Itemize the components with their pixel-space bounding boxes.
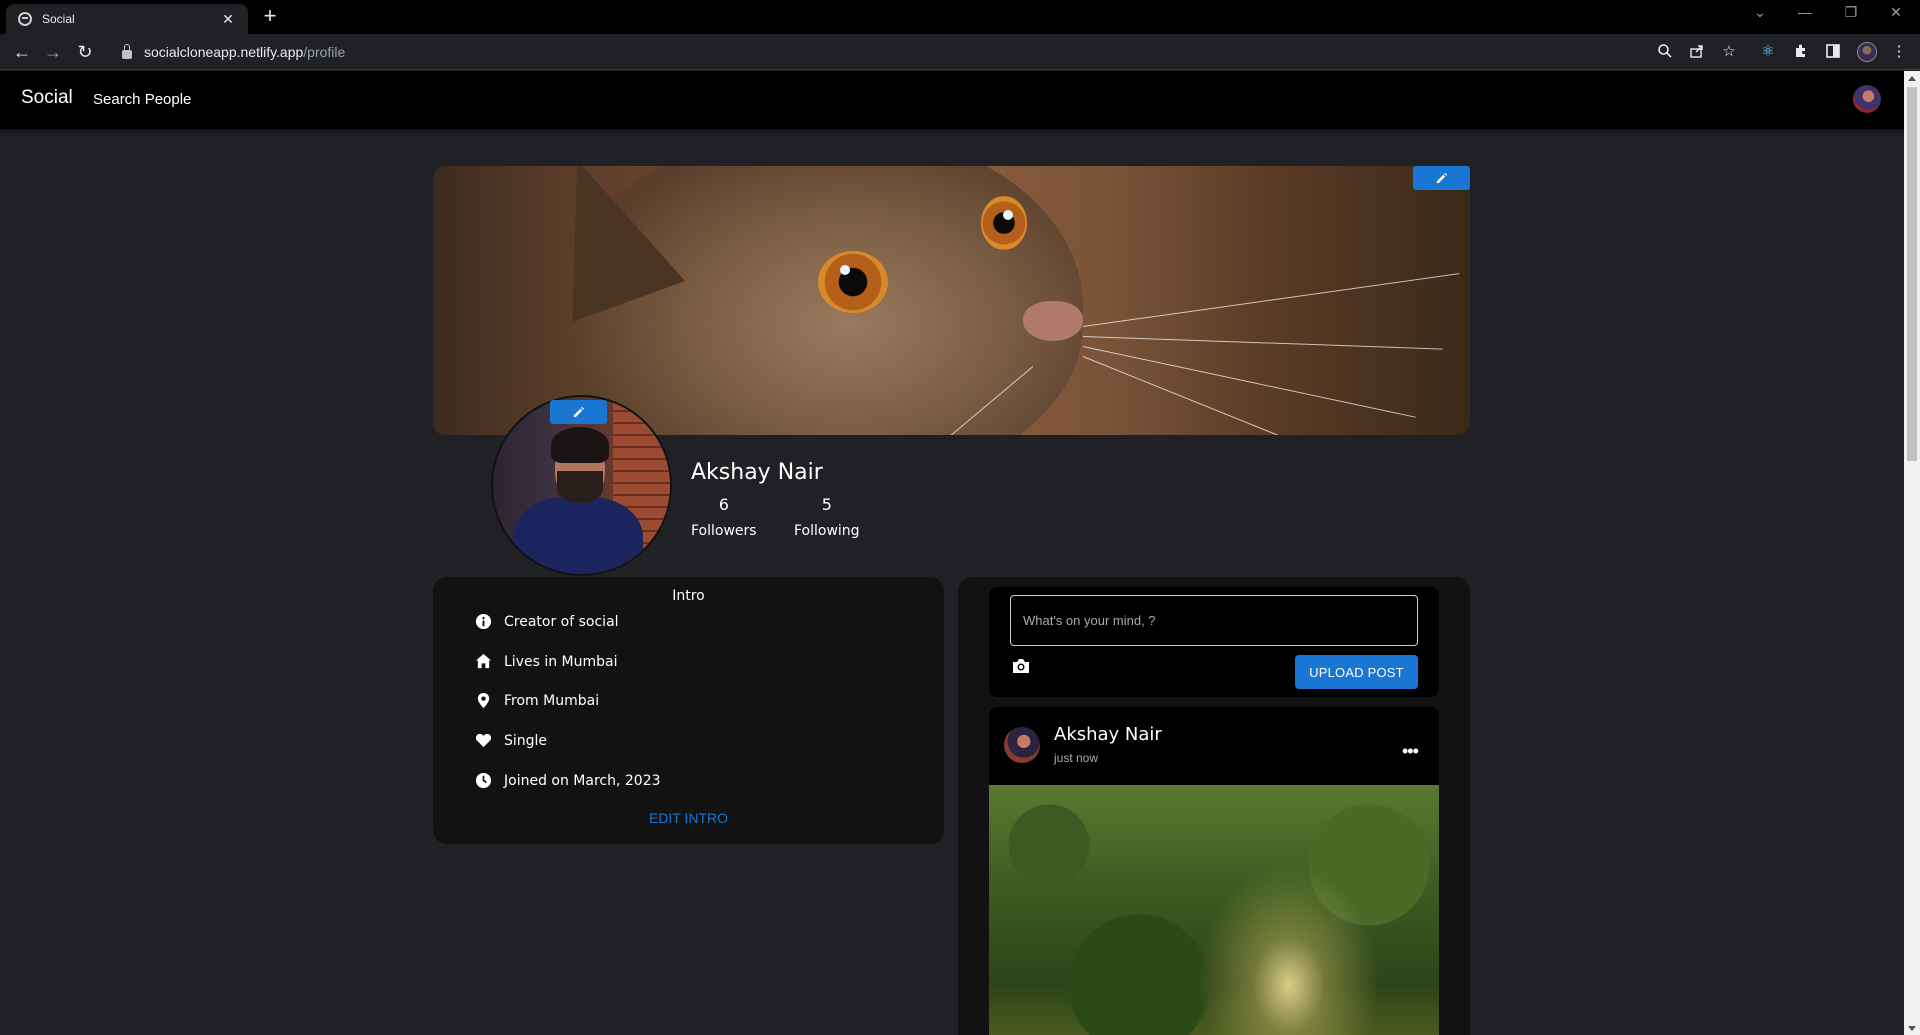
followers-count: 6 [718,495,729,514]
intro-item: From Mumbai [475,692,599,709]
minimize-icon[interactable]: — [1795,4,1815,20]
home-icon [475,653,492,670]
intro-item-text: Creator of social [504,613,619,630]
following-label: Following [794,523,860,539]
post-image [989,785,1439,1035]
whisker [1082,336,1443,350]
address-bar[interactable]: socialcloneapp.netlify.app/profile [112,38,1642,66]
share-icon[interactable] [1688,43,1706,61]
bookmark-star-icon[interactable]: ☆ [1720,43,1738,61]
url-host: socialcloneapp.netlify.app [144,44,304,60]
browser-tab[interactable]: Social ✕ [6,4,248,34]
extensions-icon[interactable] [1792,43,1810,61]
scroll-thumb[interactable] [1907,87,1917,461]
lock-icon [122,43,132,59]
followers-label: Followers [691,523,757,539]
back-icon[interactable]: ← [10,40,34,64]
pencil-icon [573,406,585,417]
restore-icon[interactable]: ❐ [1841,4,1861,21]
camera-icon[interactable] [1011,657,1031,675]
avatar-hair [551,427,609,463]
post-timestamp: just now [1054,751,1099,765]
scroll-up-arrow-icon[interactable] [1908,76,1916,81]
pencil-icon [1436,172,1448,183]
intro-item-text: From Mumbai [504,692,600,709]
tab-search-icon[interactable]: ⌄ [1750,4,1770,21]
edit-intro-button[interactable]: EDIT INTRO [433,810,944,826]
intro-card: Intro Creator of social Lives in Mumbai … [433,577,944,844]
globe-icon [18,12,32,26]
intro-item-text: Joined on March, 2023 [504,772,661,789]
user-avatar[interactable] [1853,85,1881,113]
reload-icon[interactable]: ↻ [73,40,97,64]
avatar-body [513,497,643,574]
intro-item-text: Lives in Mumbai [504,653,618,670]
url-path: /profile [303,44,346,60]
react-devtools-icon[interactable]: ⚛ [1759,43,1777,61]
scroll-down-arrow-icon[interactable] [1908,1026,1916,1031]
brand-logo[interactable]: Social [21,87,73,109]
side-panel-icon[interactable] [1824,43,1842,61]
intro-item: Joined on March, 2023 [475,772,661,789]
intro-item: Creator of social [475,613,619,630]
new-tab-button[interactable]: + [259,5,281,27]
zoom-icon[interactable] [1656,43,1674,61]
post-card: Akshay Nair just now ••• [989,707,1439,1035]
heart-icon [475,732,492,749]
tab-title: Social [42,12,75,26]
avatar-beard [557,471,603,503]
search-people-link[interactable]: Search People [93,91,191,108]
location-pin-icon [475,692,492,709]
browser-tab-strip: Social ✕ + ⌄ — ❐ ✕ [0,0,1920,34]
intro-item: Single [475,732,547,749]
info-icon [475,613,492,630]
edit-avatar-button[interactable] [550,400,607,424]
post-input[interactable]: What's on your mind, ? [1010,595,1418,646]
tab-close-icon[interactable]: ✕ [220,11,236,28]
cat-nose [1023,301,1083,341]
upload-post-button[interactable]: UPLOAD POST [1295,655,1418,689]
following-count: 5 [821,495,832,514]
whisker [1082,346,1416,418]
intro-title: Intro [672,588,705,604]
post-author-name[interactable]: Akshay Nair [1054,724,1162,745]
profile-name: Akshay Nair [691,460,823,485]
window-close-icon[interactable]: ✕ [1886,4,1906,21]
cat-eye-left [818,251,888,313]
whisker [1082,273,1460,327]
post-composer: What's on your mind, ? UPLOAD POST [989,587,1439,697]
clock-icon [475,772,492,789]
page-scrollbar[interactable] [1904,71,1920,1035]
app-navbar: Social Search People [0,71,1904,129]
forward-icon[interactable]: → [41,40,65,64]
more-options-icon[interactable]: ••• [1402,741,1419,762]
followers-stat[interactable]: 6 Followers [691,495,757,539]
cat-eye-right [981,196,1027,250]
intro-item-text: Single [504,732,548,749]
browser-profile-avatar[interactable] [1857,42,1877,62]
browser-menu-icon[interactable]: ⋮ [1890,43,1908,61]
post-author-avatar[interactable] [1004,727,1040,763]
browser-toolbar: ← → ↻ socialcloneapp.netlify.app/profile… [0,34,1920,70]
intro-item: Lives in Mumbai [475,653,618,670]
edit-cover-button[interactable] [1413,166,1470,190]
following-stat[interactable]: 5 Following [794,495,860,539]
